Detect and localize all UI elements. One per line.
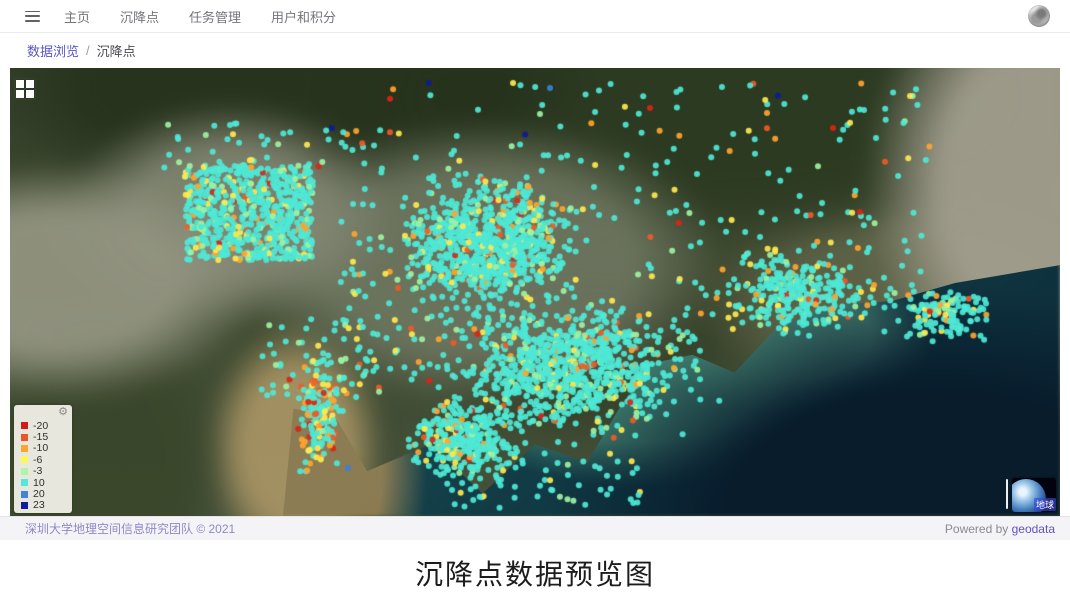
footer-credit: 深圳大学地理空间信息研究团队 © 2021 <box>25 520 235 537</box>
legend-label: 20 <box>33 489 45 499</box>
map-legend: ⚙ -20-15-10 -6-3 102023 <box>14 405 72 513</box>
legend-item: -15 <box>21 431 68 442</box>
nav-item-users[interactable]: 用户和积分 <box>271 7 336 26</box>
legend-label: -20 <box>33 421 48 431</box>
user-avatar[interactable] <box>1028 5 1050 27</box>
legend-label: 23 <box>33 500 45 510</box>
legend-swatch <box>21 479 28 486</box>
page-footer: 深圳大学地理空间信息研究团队 © 2021 Powered by geodata <box>0 516 1070 540</box>
legend-label: 10 <box>33 478 45 488</box>
legend-item: -6 <box>21 454 68 465</box>
legend-item: 10 <box>21 477 68 488</box>
legend-swatch <box>21 468 28 475</box>
legend-swatch <box>21 491 28 498</box>
basemap-thumb-label: 地球 <box>1034 498 1056 511</box>
legend-item: -10 <box>21 443 68 454</box>
nav-item-settlement[interactable]: 沉降点 <box>120 7 159 26</box>
legend-swatch <box>21 502 28 509</box>
legend-label: -6 <box>33 455 42 465</box>
legend-swatch <box>21 456 28 463</box>
breadcrumb: 数据浏览 / 沉降点 <box>0 33 1070 67</box>
legend-label: -10 <box>33 443 48 453</box>
legend-item: -3 <box>21 466 68 477</box>
legend-gear-icon[interactable]: ⚙ <box>58 407 68 418</box>
caption-area: 沉降点数据预览图 <box>0 540 1070 606</box>
legend-item: 23 <box>21 500 68 511</box>
settlement-points-layer[interactable] <box>10 68 1060 516</box>
legend-label: -3 <box>33 466 42 476</box>
legend-swatch <box>21 445 28 452</box>
basemap-picker-separator <box>1006 479 1008 509</box>
menu-hamburger-icon[interactable] <box>25 11 40 22</box>
legend-swatch <box>21 422 28 429</box>
breadcrumb-current: 沉降点 <box>97 41 136 60</box>
legend-item: 20 <box>21 488 68 499</box>
breadcrumb-separator: / <box>86 43 90 58</box>
layer-grid-button[interactable] <box>14 78 36 100</box>
footer-powered-by: Powered by geodata <box>945 522 1055 536</box>
map-view[interactable]: ⚙ -20-15-10 -6-3 102023 地球 <box>10 68 1060 516</box>
legend-item: -20 <box>21 420 68 431</box>
geodata-link[interactable]: geodata <box>1012 522 1055 536</box>
nav-item-tasks[interactable]: 任务管理 <box>189 7 241 26</box>
legend-items: -20-15-10 -6-3 102023 <box>21 420 68 511</box>
image-caption: 沉降点数据预览图 <box>415 553 655 593</box>
nav-item-home[interactable]: 主页 <box>64 7 90 26</box>
basemap-earth-thumbnail[interactable]: 地球 <box>1012 478 1056 512</box>
legend-swatch <box>21 434 28 441</box>
breadcrumb-link-data-browse[interactable]: 数据浏览 <box>27 41 79 60</box>
top-navbar: 主页 沉降点 任务管理 用户和积分 <box>0 0 1070 33</box>
legend-label: -15 <box>33 432 48 442</box>
